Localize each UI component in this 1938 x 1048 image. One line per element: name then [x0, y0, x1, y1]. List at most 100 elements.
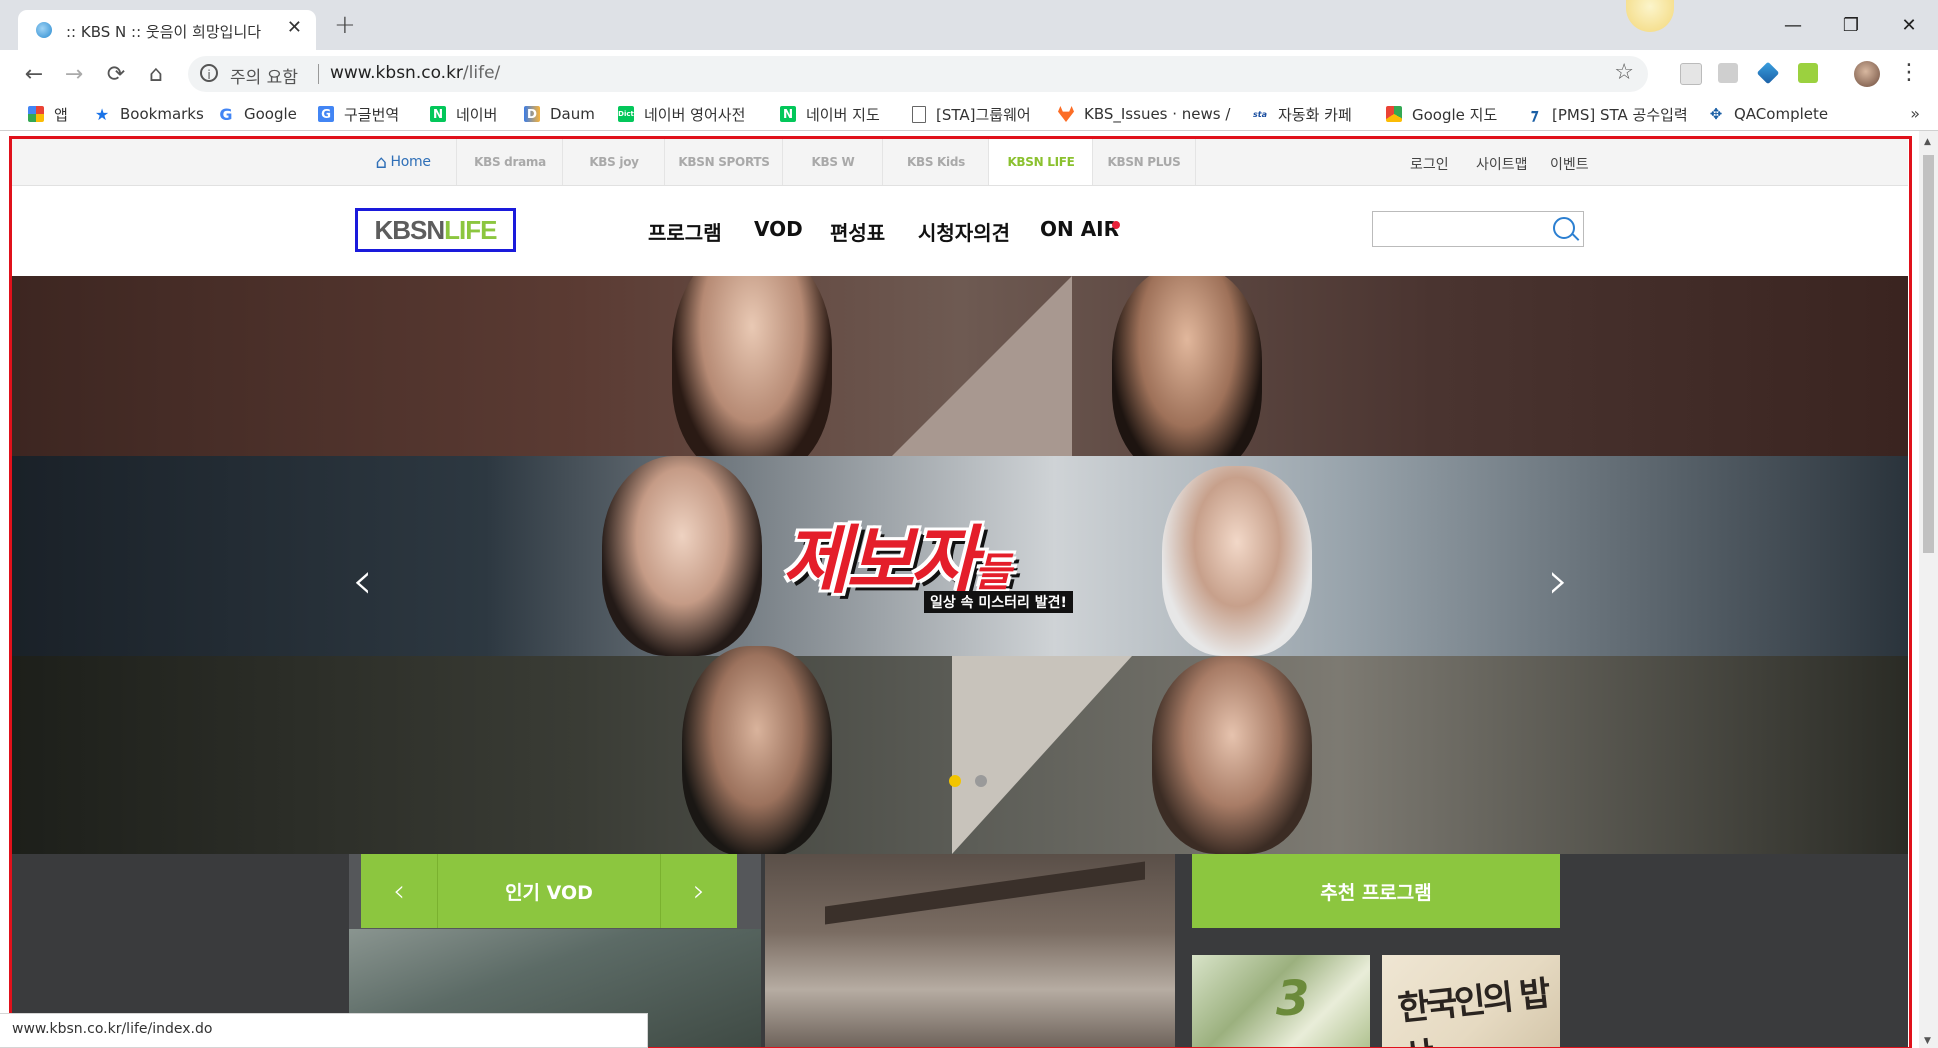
bookmark-label: 구글번역 — [344, 105, 400, 124]
close-window-button[interactable]: ✕ — [1880, 0, 1938, 50]
gnb-on-air[interactable]: ON AIR — [1040, 217, 1119, 241]
logo-kbsn: KBSN — [374, 214, 445, 245]
channel-kbsn-plus[interactable]: KBSN PLUS — [1092, 139, 1196, 185]
bookmark-bookmarks[interactable]: ★ Bookmarks — [94, 102, 204, 126]
bookmark-groupware[interactable]: [STA]그룹웨어 — [912, 102, 1031, 126]
hero-person — [602, 456, 762, 656]
bookmark-google-maps[interactable]: Google 지도 — [1386, 102, 1497, 126]
bookmark-label: Google 지도 — [1412, 105, 1498, 124]
bookmarks-overflow-icon[interactable]: » — [1910, 104, 1920, 123]
reload-button[interactable]: ⟳ — [100, 58, 132, 90]
window-controls: — ❐ ✕ — [1764, 0, 1938, 50]
channel-kbs-drama[interactable]: KBS drama — [456, 139, 563, 185]
search-input[interactable] — [1372, 211, 1584, 247]
channel-nav: ⌂ Home KBS drama KBS joy KBSN SPORTS KBS… — [12, 139, 1908, 186]
url-text[interactable]: www.kbsn.co.kr/life/ — [330, 63, 500, 83]
home-button[interactable]: ⌂ — [140, 58, 172, 90]
extension-icon[interactable] — [1680, 63, 1702, 85]
bookmark-label: 앱 — [54, 105, 68, 124]
hero-dot[interactable] — [975, 775, 987, 787]
channel-kbsn-sports[interactable]: KBSN SPORTS — [664, 139, 783, 185]
bookmark-naver-dict[interactable]: Dict 네이버 영어사전 — [618, 102, 745, 126]
naver-icon: N — [780, 106, 796, 122]
page-scrollbar[interactable]: ▲ ▼ — [1919, 131, 1938, 1048]
restore-button[interactable]: ❐ — [1822, 0, 1880, 50]
browser-tab[interactable]: :: KBS N :: 웃음이 희망입니다 ✕ — [18, 10, 316, 50]
maps-icon — [1386, 106, 1402, 122]
recommended-item[interactable]: 한국인의 밥상 — [1382, 955, 1560, 1048]
bookmark-qacomplete[interactable]: ✥ QAComplete — [1708, 102, 1828, 126]
ex-extension-icon[interactable] — [1718, 63, 1738, 83]
new-tab-button[interactable]: + — [334, 10, 356, 40]
gitlab-icon — [1058, 106, 1074, 122]
bookmark-label: [STA]그룹웨어 — [936, 105, 1031, 124]
bookmark-google[interactable]: G Google — [218, 102, 296, 126]
channel-kbs-kids[interactable]: KBS Kids — [882, 139, 989, 185]
bookmark-label: 자동화 카페 — [1278, 105, 1352, 124]
site-info-icon[interactable]: i — [200, 64, 218, 82]
hero-strip-top — [12, 276, 1908, 476]
chrome-menu-icon[interactable]: ⋮ — [1898, 60, 1920, 85]
recommended-calligraphy: 한국인의 밥상 — [1396, 973, 1550, 1048]
scrollbar-thumb[interactable] — [1923, 155, 1934, 553]
search-icon[interactable] — [1553, 217, 1575, 239]
channel-kbsn-life[interactable]: KBSN LIFE — [988, 139, 1093, 185]
popular-vod-title[interactable]: 인기 VOD — [437, 854, 661, 928]
recommended-item[interactable]: 3 — [1192, 955, 1370, 1048]
channel-kbs-joy[interactable]: KBS joy — [562, 139, 665, 185]
vod-thumbnail-image — [825, 861, 1145, 985]
hero-person — [1152, 656, 1312, 854]
apps-icon — [28, 106, 44, 122]
tab-strip: :: KBS N :: 웃음이 희망입니다 ✕ + — ❐ ✕ — [0, 0, 1938, 50]
naver-icon: N — [430, 106, 446, 122]
event-link[interactable]: 이벤트 — [1550, 154, 1589, 174]
url-path: /life/ — [462, 63, 501, 83]
hero-next-arrow-icon[interactable]: › — [1548, 551, 1569, 611]
bookmark-gitlab[interactable]: KBS_Issues · news / — [1058, 102, 1230, 126]
bookmark-pms[interactable]: ⁊ [PMS] STA 공수입력 — [1526, 102, 1688, 126]
gnb-schedule[interactable]: 편성표 — [830, 217, 885, 246]
bookmark-naver-map[interactable]: N 네이버 지도 — [780, 102, 880, 126]
security-warning[interactable]: 주의 요함 — [230, 63, 298, 88]
recommended-program-title[interactable]: 추천 프로그램 — [1192, 854, 1560, 928]
bookmarks-bar: 앱 ★ Bookmarks G Google G 구글번역 N 네이버 D Da… — [0, 98, 1938, 131]
channel-kbs-w[interactable]: KBS W — [782, 139, 883, 185]
minimize-button[interactable]: — — [1764, 0, 1822, 50]
sitemap-link[interactable]: 사이트맵 — [1476, 154, 1528, 174]
hero-banner[interactable]: 제보자들 일상 속 미스터리 발견! ‹ › — [12, 276, 1908, 854]
bookmark-naver[interactable]: N 네이버 — [430, 102, 497, 126]
bookmark-apps[interactable]: 앱 — [28, 102, 68, 126]
page-viewport: ⌂ Home KBS drama KBS joy KBSN SPORTS KBS… — [0, 131, 1938, 1048]
diamond-extension-icon[interactable] — [1756, 61, 1780, 85]
bookmark-daum[interactable]: D Daum — [524, 102, 595, 126]
hero-person — [1112, 276, 1262, 476]
profile-avatar[interactable] — [1854, 61, 1880, 87]
back-button[interactable]: ← — [18, 58, 50, 90]
vod-prev-arrow-icon[interactable]: ‹ — [361, 854, 438, 928]
gnb-vod[interactable]: VOD — [754, 217, 803, 241]
bookmark-cafe[interactable]: sta 자동화 카페 — [1252, 102, 1352, 126]
page-icon — [912, 105, 926, 123]
address-bar[interactable]: i 주의 요함 www.kbsn.co.kr/life/ ☆ — [188, 56, 1648, 92]
kbsn-life-logo[interactable]: KBSN LIFE — [355, 208, 516, 252]
vod-next-arrow-icon[interactable]: › — [660, 854, 737, 928]
hero-prev-arrow-icon[interactable]: ‹ — [352, 551, 373, 611]
green-extension-icon[interactable] — [1798, 63, 1818, 83]
bookmark-star-icon[interactable]: ☆ — [1614, 60, 1634, 85]
hero-dot-active[interactable] — [949, 775, 961, 787]
popular-vod-thumbnail-2[interactable] — [765, 854, 1175, 1048]
bookmark-label: KBS_Issues · news / — [1084, 105, 1231, 123]
status-bar-url: www.kbsn.co.kr/life/index.do — [0, 1013, 648, 1048]
gnb-program[interactable]: 프로그램 — [648, 217, 722, 246]
browser-toolbar: ← → ⟳ ⌂ i 주의 요함 www.kbsn.co.kr/life/ ☆ ⋮ — [0, 50, 1938, 98]
scroll-up-icon[interactable]: ▲ — [1924, 137, 1931, 147]
forward-button[interactable]: → — [58, 58, 90, 90]
gnb-viewer-opinion[interactable]: 시청자의견 — [918, 217, 1010, 246]
qa-icon: ✥ — [1709, 105, 1723, 123]
scroll-down-icon[interactable]: ▼ — [1924, 1036, 1931, 1046]
bookmark-label: 네이버 영어사전 — [644, 105, 746, 124]
bookmark-translate[interactable]: G 구글번역 — [318, 102, 399, 126]
login-link[interactable]: 로그인 — [1410, 154, 1449, 174]
channel-home[interactable]: ⌂ Home — [350, 139, 456, 185]
tab-close-icon[interactable]: ✕ — [287, 17, 302, 38]
